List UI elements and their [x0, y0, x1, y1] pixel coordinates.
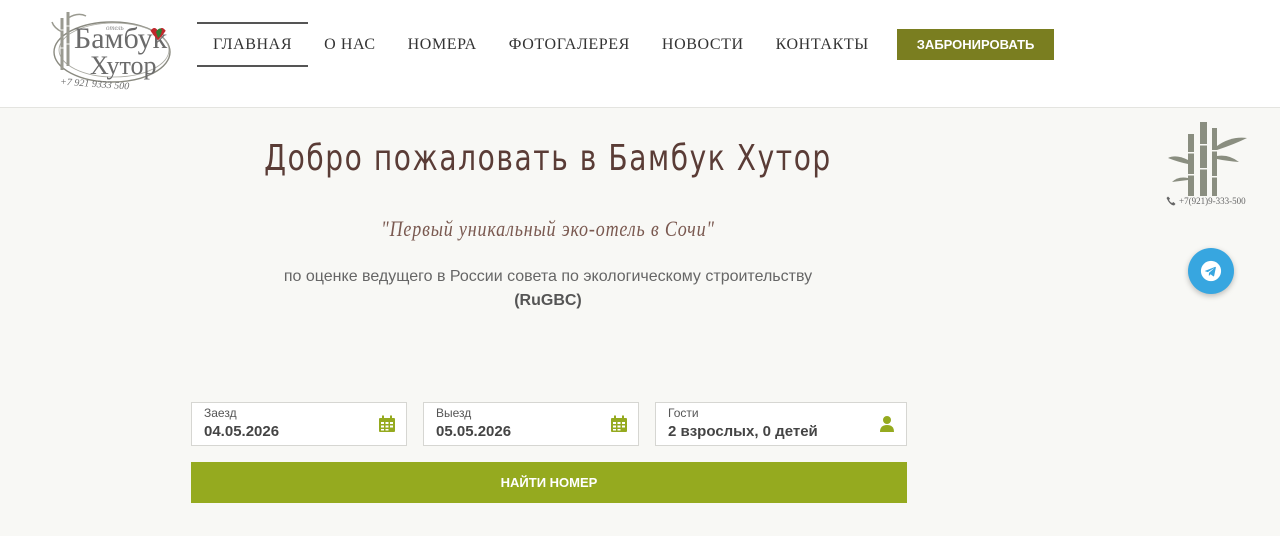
guests-field[interactable]: Гости 2 взрослых, 0 детей: [655, 402, 907, 446]
checkin-value: 04.05.2026: [204, 423, 280, 440]
page-title: Добро пожаловать в Бамбук Хутор: [264, 138, 832, 179]
person-icon: [880, 416, 894, 432]
nav-item-home[interactable]: ГЛАВНАЯ: [197, 22, 309, 67]
nav-item-rooms[interactable]: НОМЕРА: [392, 22, 493, 67]
checkin-field[interactable]: Заезд 04.05.2026: [191, 402, 407, 446]
description-line: по оценке ведущего в России совета по эк…: [283, 268, 813, 285]
telegram-icon: [1200, 260, 1222, 282]
logo-letter-2: Хутор: [90, 51, 157, 80]
nav-item-gallery[interactable]: ФОТОГАЛЕРЕЯ: [493, 22, 646, 67]
phone-icon: [1166, 196, 1176, 206]
guests-label: Гости: [668, 406, 699, 420]
logo-small: отель: [106, 24, 124, 32]
checkout-label: Выезд: [436, 406, 472, 420]
calendar-icon: [611, 415, 627, 432]
nav-item-news[interactable]: НОВОСТИ: [646, 22, 760, 67]
find-room-button[interactable]: НАЙТИ НОМЕР: [191, 462, 907, 503]
description-org: (RuGBC): [514, 292, 582, 309]
side-phone-number: +7(921)9-333-500: [1179, 196, 1246, 206]
hero-description: по оценке ведущего в России совета по эк…: [0, 265, 1096, 313]
logo[interactable]: Бамбук Хутор отель +7 921 9333 500: [50, 8, 176, 94]
calendar-icon: [379, 415, 395, 432]
page-subtitle: "Первый уникальный эко-отель в Сочи": [381, 216, 715, 241]
nav-item-about[interactable]: О НАС: [308, 22, 392, 67]
nav-item-contacts[interactable]: КОНТАКТЫ: [760, 22, 885, 67]
checkout-value: 05.05.2026: [436, 423, 512, 440]
checkin-label: Заезд: [204, 406, 237, 420]
book-button[interactable]: ЗАБРОНИРОВАТЬ: [896, 29, 1055, 60]
main-nav: ГЛАВНАЯ О НАС НОМЕРА ФОТОГАЛЕРЕЯ НОВОСТИ…: [197, 22, 1055, 67]
checkout-field[interactable]: Выезд 05.05.2026: [423, 402, 639, 446]
telegram-button[interactable]: [1188, 248, 1234, 294]
side-phone[interactable]: +7(921)9-333-500: [1166, 196, 1246, 206]
site-header: Бамбук Хутор отель +7 921 9333 500 ГЛАВН…: [0, 0, 1280, 108]
guests-value: 2 взрослых, 0 детей: [668, 423, 818, 440]
